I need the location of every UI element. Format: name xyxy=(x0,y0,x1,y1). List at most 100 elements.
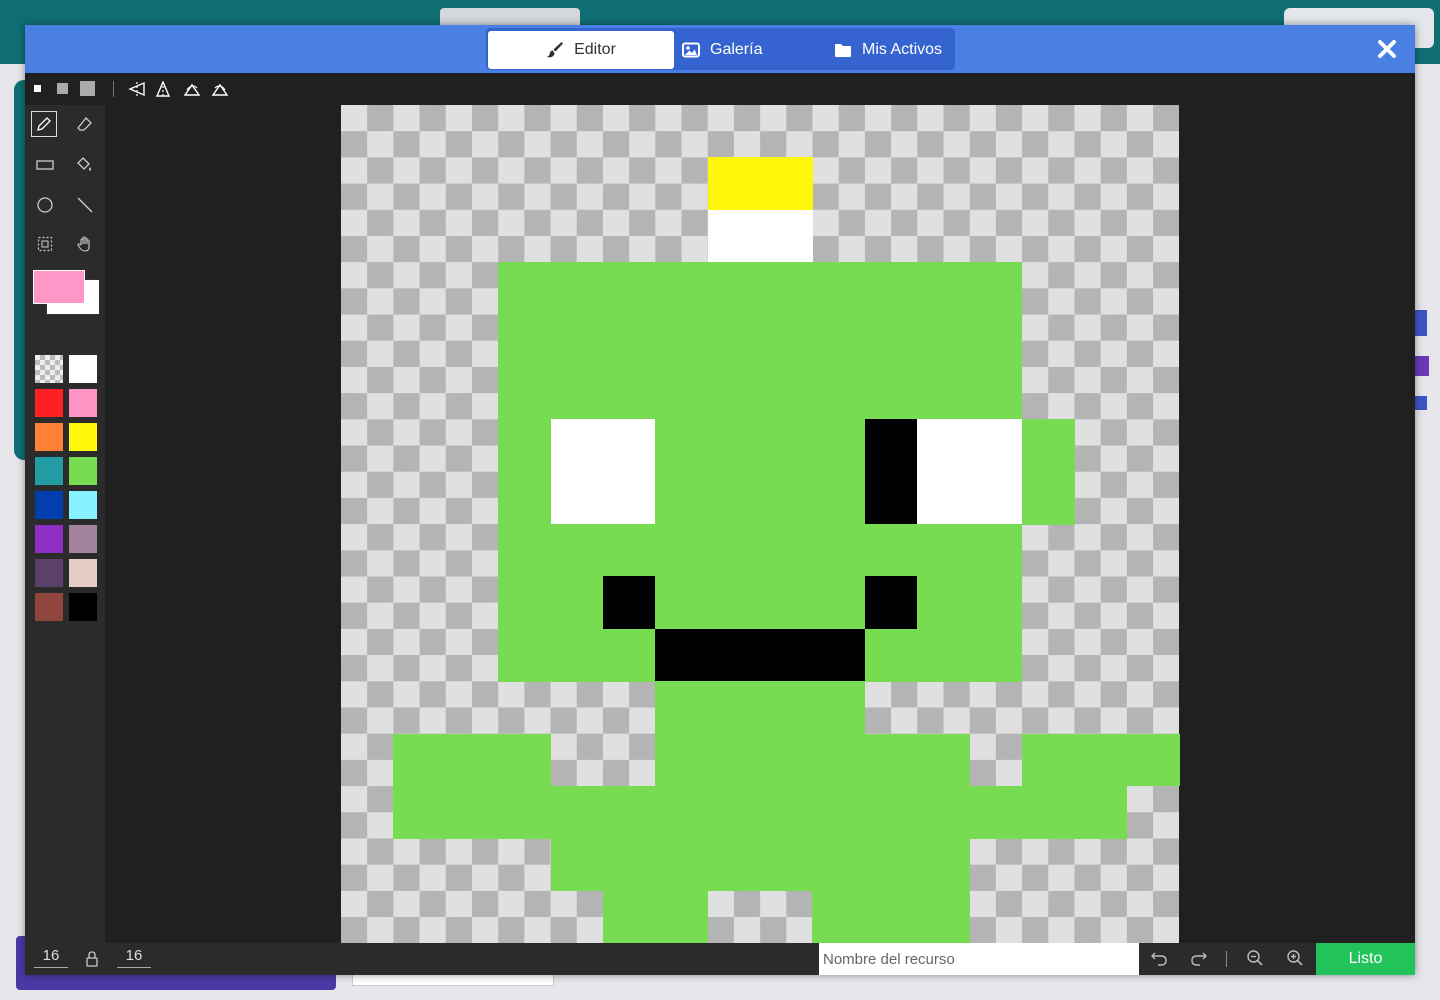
sprite-pixel xyxy=(864,366,918,420)
height-input[interactable]: 16 xyxy=(117,947,151,968)
rotate-clockwise-button[interactable] xyxy=(183,81,201,102)
sprite-pixel xyxy=(655,576,709,630)
sprite-pixel xyxy=(498,366,552,420)
primary-color-swatch[interactable] xyxy=(33,270,85,304)
sprite-pixel xyxy=(707,314,761,368)
flip-horizontal-button[interactable] xyxy=(128,81,146,102)
sprite-pixel xyxy=(969,419,1023,473)
sprite-pixel xyxy=(917,524,971,577)
palette-swatch[interactable] xyxy=(69,491,97,519)
sprite-pixel xyxy=(655,419,709,473)
sprite-pixel xyxy=(864,733,918,787)
sprite-pixel xyxy=(393,733,447,787)
sprite-pixel xyxy=(602,471,656,525)
sprite-pixel xyxy=(498,628,552,682)
sprite-pixel xyxy=(1074,733,1128,787)
palette-swatch[interactable] xyxy=(69,355,97,383)
sprite-pixel xyxy=(602,838,656,892)
sprite-pixel xyxy=(707,628,761,682)
brush-size-medium-icon xyxy=(57,83,68,94)
fill-bucket-icon xyxy=(77,157,91,171)
sprite-pixel xyxy=(969,628,1023,682)
sprite-pixel xyxy=(812,419,866,473)
palette-swatch[interactable] xyxy=(35,389,63,417)
sprite-pixel xyxy=(760,838,813,892)
flip-horizontal-icon xyxy=(128,81,145,97)
sprite-pixel xyxy=(812,785,866,839)
sprite-pixel xyxy=(707,838,761,892)
sprite-pixel xyxy=(498,314,552,368)
marquee-tool-button[interactable] xyxy=(32,231,58,257)
palette-swatch[interactable] xyxy=(69,423,97,451)
palette-swatch[interactable] xyxy=(35,593,63,621)
brush-size-small-button[interactable] xyxy=(34,85,41,92)
sprite-pixel xyxy=(760,209,813,263)
rotate-counterclockwise-button[interactable] xyxy=(211,81,229,102)
background-block xyxy=(1415,310,1427,336)
brush-size-medium-button[interactable] xyxy=(57,83,68,94)
sprite-pixel xyxy=(812,890,866,943)
sprite-pixel xyxy=(602,366,656,420)
aspect-lock-button[interactable] xyxy=(85,951,99,972)
sprite-pixel xyxy=(864,628,918,682)
zoom-out-button[interactable] xyxy=(1246,949,1264,972)
sprite-pixel xyxy=(812,576,866,630)
flip-vertical-icon xyxy=(155,80,171,97)
sprite-pixel xyxy=(864,471,918,525)
circle-tool-button[interactable] xyxy=(32,192,58,218)
tab-editor-label: Editor xyxy=(574,41,616,58)
sprite-pixel xyxy=(917,628,971,682)
sprite-pixel xyxy=(1021,471,1075,525)
palette-swatch[interactable] xyxy=(35,423,63,451)
sprite-pixel xyxy=(707,681,761,735)
rotate-clockwise-icon xyxy=(183,83,201,96)
palette-swatch[interactable] xyxy=(35,559,63,587)
close-button[interactable] xyxy=(1375,37,1399,61)
redo-button[interactable] xyxy=(1190,949,1208,972)
sprite-canvas[interactable] xyxy=(341,105,1180,943)
eraser-tool-button[interactable] xyxy=(72,111,98,137)
tab-mis-activos[interactable]: Mis Activos xyxy=(834,31,942,69)
palette-swatch[interactable] xyxy=(35,525,63,553)
sprite-pixel xyxy=(760,314,813,368)
sprite-pixel xyxy=(707,576,761,630)
sprite-pixel xyxy=(812,314,866,368)
width-input[interactable]: 16 xyxy=(34,947,68,968)
sprite-pixel xyxy=(969,524,1023,577)
brush-size-large-button[interactable] xyxy=(80,81,95,96)
sprite-pixel xyxy=(812,838,866,892)
palette-swatch[interactable] xyxy=(35,457,63,485)
palette-swatch[interactable] xyxy=(35,491,63,519)
line-icon xyxy=(77,197,93,213)
fill-tool-button[interactable] xyxy=(72,152,98,178)
sprite-pixel xyxy=(917,785,971,839)
asset-name-input[interactable] xyxy=(819,943,1139,975)
editor-toolbar xyxy=(25,73,1415,105)
rectangle-tool-button[interactable] xyxy=(32,152,58,178)
sprite-pixel xyxy=(864,890,918,943)
pencil-tool-button[interactable] xyxy=(31,111,57,137)
zoom-in-button[interactable] xyxy=(1286,949,1304,972)
sprite-pixel xyxy=(707,733,761,787)
done-button[interactable]: Listo xyxy=(1316,943,1415,975)
palette-swatch[interactable] xyxy=(69,457,97,485)
sprite-pixel xyxy=(602,262,656,316)
sprite-pixel xyxy=(760,262,813,316)
pan-tool-button[interactable] xyxy=(72,231,98,257)
palette-swatch[interactable] xyxy=(69,559,97,587)
palette-swatch[interactable] xyxy=(35,355,63,383)
sprite-pixel xyxy=(550,785,604,839)
palette-swatch[interactable] xyxy=(69,389,97,417)
sprite-pixel xyxy=(655,838,709,892)
sprite-pixel xyxy=(760,471,813,525)
brush-size-small-icon xyxy=(34,85,41,92)
tab-editor[interactable]: Editor xyxy=(488,31,674,69)
palette-swatch[interactable] xyxy=(69,525,97,553)
undo-button[interactable] xyxy=(1150,949,1168,972)
line-tool-button[interactable] xyxy=(72,192,98,218)
flip-vertical-button[interactable] xyxy=(155,80,173,102)
sprite-pixel xyxy=(655,262,709,316)
sprite-pixel xyxy=(655,681,709,735)
tab-galeria[interactable]: Galería xyxy=(682,31,762,69)
palette-swatch[interactable] xyxy=(69,593,97,621)
